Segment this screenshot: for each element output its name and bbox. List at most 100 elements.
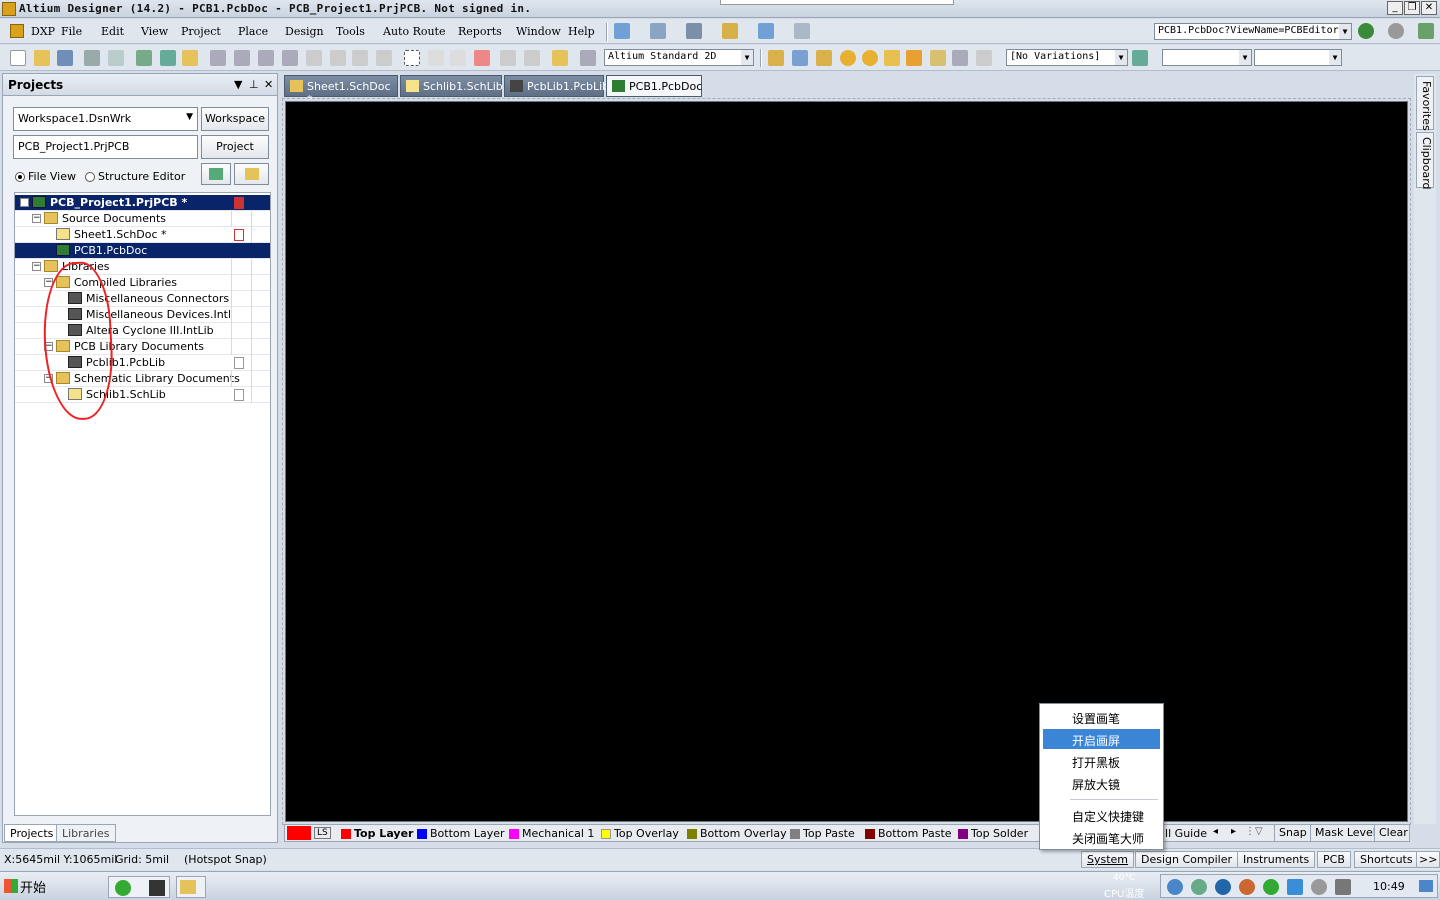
shortcuts-panel-button[interactable]: Shortcuts (1354, 851, 1419, 868)
tab-sheet1-schdoc[interactable]: Sheet1.SchDoc * (284, 75, 398, 106)
layer-tab-mechanical-1[interactable]: Mechanical 1 (509, 827, 594, 840)
layer-tab-drill-guide[interactable]: ill Guide (1162, 827, 1207, 840)
layer-tab-top-paste[interactable]: Top Paste (790, 827, 855, 840)
menu-item-custom-shortcuts[interactable]: 自定义快捷键 (1043, 805, 1160, 825)
project-options-button[interactable] (234, 163, 269, 185)
collapse-icon[interactable]: − (20, 198, 29, 207)
tab-pcblib1[interactable]: PcbLib1.PcbLib (504, 75, 609, 97)
workspace-dropdown-icon[interactable]: ▼ (186, 112, 193, 122)
menu-view[interactable]: View (141, 25, 168, 38)
tree-item-source-documents[interactable]: − Source Documents (15, 211, 270, 227)
workspace-button[interactable]: Workspace (201, 107, 269, 131)
menu-file[interactable]: File (61, 25, 82, 38)
align-icon[interactable] (722, 23, 738, 39)
move-icon[interactable] (428, 50, 444, 66)
display-icon[interactable] (1335, 879, 1351, 895)
toolbar-combo-2[interactable]: ▼ (1254, 49, 1342, 66)
current-layer-swatch[interactable] (287, 826, 311, 840)
board-icon[interactable] (160, 50, 176, 66)
collapse-icon[interactable]: − (32, 214, 41, 223)
print-preview-icon[interactable] (108, 50, 124, 66)
project-button[interactable]: Project (201, 135, 269, 159)
home-icon[interactable] (1418, 23, 1434, 39)
menu-dxp[interactable]: DXP (31, 25, 55, 38)
new-document-icon[interactable] (10, 50, 26, 66)
fill-icon[interactable] (906, 50, 922, 66)
layer-tab-bottom-paste[interactable]: Bottom Paste (865, 827, 952, 840)
diff-pair-icon[interactable] (816, 50, 832, 66)
select-area-icon[interactable] (404, 50, 420, 66)
more-panels-button[interactable]: >> (1416, 851, 1440, 868)
tab-libraries[interactable]: Libraries (56, 824, 116, 842)
tree-item-sheet1[interactable]: Sheet1.SchDoc * (15, 227, 270, 243)
back-icon[interactable] (1358, 23, 1374, 39)
tree-item-project[interactable]: − PCB_Project1.PrjPCB * (15, 195, 270, 211)
snap-button[interactable]: Snap (1274, 825, 1311, 841)
pcb-panel-button[interactable]: PCB (1317, 851, 1351, 868)
print-icon[interactable] (84, 50, 100, 66)
toolbar-combo-1[interactable]: ▼ (1162, 49, 1252, 66)
clear-button[interactable]: Clear (1374, 825, 1412, 841)
pencil-icon[interactable] (552, 50, 568, 66)
network-icon[interactable] (1167, 879, 1183, 895)
pad-icon[interactable] (840, 50, 856, 66)
undo-icon[interactable] (500, 50, 516, 66)
workspace-field[interactable]: Workspace1.DsnWrk ▼ (13, 107, 198, 131)
file-view-radio[interactable]: File View (15, 170, 76, 183)
design-compiler-panel-button[interactable]: Design Compiler (1135, 851, 1238, 868)
menu-tools[interactable]: Tools (336, 25, 365, 38)
project-field[interactable]: PCB_Project1.PrjPCB (13, 135, 198, 159)
panel-pin-icon[interactable]: ⊥ (249, 78, 259, 91)
view-mode-combo[interactable]: Altium Standard 2D ▼ (604, 49, 754, 66)
menu-edit[interactable]: Edit (101, 25, 124, 38)
layers-icon[interactable] (136, 50, 152, 66)
select-cross-icon[interactable] (450, 50, 466, 66)
input-method-icon[interactable] (1287, 879, 1303, 895)
print-icon[interactable] (650, 23, 666, 39)
variant-icon[interactable] (1132, 50, 1148, 66)
layer-tab-bottom-layer[interactable]: Bottom Layer (417, 827, 505, 840)
zoom-fit-icon[interactable] (210, 50, 226, 66)
menu-place[interactable]: Place (238, 25, 268, 38)
user-icon[interactable] (1191, 879, 1207, 895)
window-icon[interactable] (758, 23, 774, 39)
scroll-right-icon[interactable]: ▸ (1231, 826, 1236, 837)
volume-icon[interactable] (1311, 879, 1327, 895)
redo-icon[interactable] (524, 50, 540, 66)
forward-icon[interactable] (1388, 23, 1404, 39)
open-icon[interactable] (34, 50, 50, 66)
array-icon[interactable] (976, 50, 992, 66)
menu-window[interactable]: Window (516, 25, 561, 38)
menu-help[interactable]: Help (568, 25, 595, 38)
string-icon[interactable] (952, 50, 968, 66)
paste-icon[interactable] (352, 50, 368, 66)
collapse-icon[interactable]: − (32, 262, 41, 271)
security-icon[interactable] (1215, 879, 1231, 895)
close-button[interactable]: ✕ (1421, 1, 1437, 15)
system-panel-button[interactable]: System (1081, 851, 1135, 868)
speaker-icon[interactable] (1239, 879, 1255, 895)
save-icon[interactable] (57, 50, 73, 66)
mask-level-button[interactable]: Mask Level (1310, 825, 1380, 841)
altium-taskbar-icon[interactable] (149, 880, 165, 896)
tab-schlib1[interactable]: Schlib1.SchLib (400, 75, 503, 97)
tree-item-pcb1[interactable]: PCB1.PcbDoc (15, 243, 270, 259)
browse-icon[interactable] (580, 50, 596, 66)
arc-icon[interactable] (884, 50, 900, 66)
workspace-options-button[interactable] (201, 163, 231, 185)
layer-filter-icon[interactable]: ⋮▽ (1245, 826, 1263, 837)
layer-tab-top-solder[interactable]: Top Solder (958, 827, 1028, 840)
title-search-slot[interactable] (720, 0, 954, 5)
find-icon[interactable] (686, 23, 702, 39)
restore-button[interactable]: ❐ (1404, 1, 1420, 15)
menu-item-close-pen-master[interactable]: 关闭画笔大师 (1043, 827, 1160, 847)
menu-design[interactable]: Design (285, 25, 324, 38)
menu-item-open-blackboard[interactable]: 打开黑板 (1043, 751, 1160, 771)
tab-favorites[interactable]: Favorites (1416, 76, 1434, 131)
layer-tab-bottom-overlay[interactable]: Bottom Overlay (687, 827, 787, 840)
show-desktop-icon[interactable] (1419, 880, 1433, 892)
start-button[interactable]: 开始 (2, 875, 48, 897)
menu-reports[interactable]: Reports (458, 25, 502, 38)
layer-tab-top-layer[interactable]: Top Layer (341, 827, 413, 840)
zoom-filtered-icon[interactable] (282, 50, 298, 66)
